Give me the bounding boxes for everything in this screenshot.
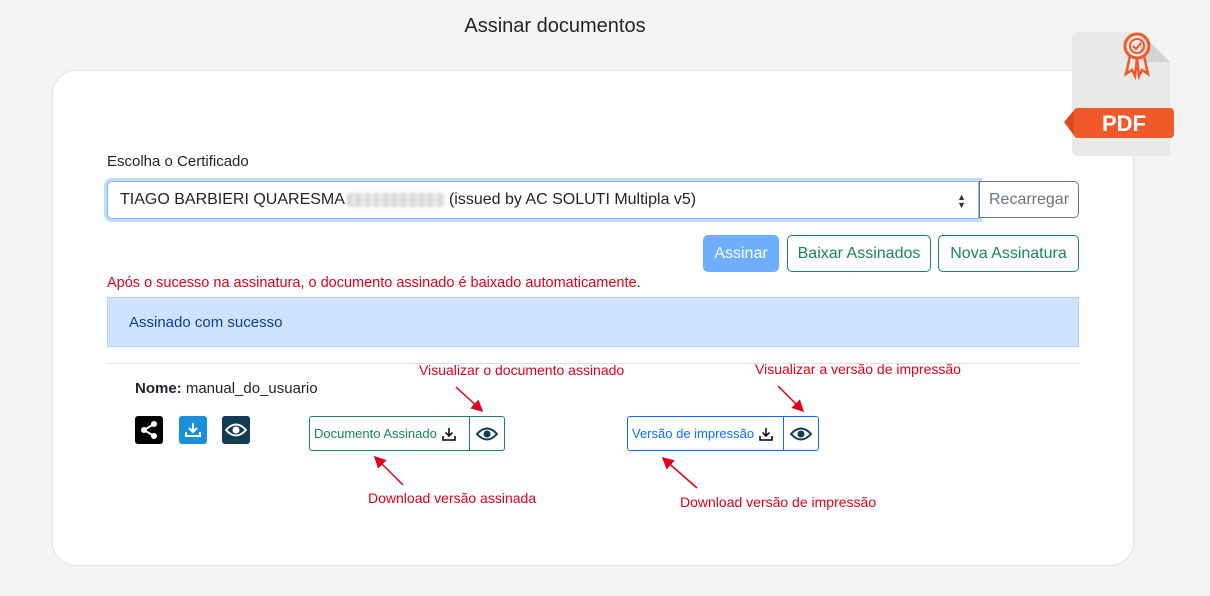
view-print-version-button[interactable]	[784, 417, 818, 450]
cert-issuer: (issued by AC SOLUTI Multipla v5)	[448, 191, 697, 208]
cert-label: Escolha o Certificado	[107, 153, 249, 170]
download-icon	[759, 427, 773, 441]
share-button[interactable]	[135, 416, 163, 444]
print-version-label: Versão de impressão	[632, 426, 755, 441]
name-value: manual_do_usuario	[185, 380, 318, 397]
pdf-certificate-icon: PDF	[1064, 32, 1174, 156]
share-icon	[141, 421, 157, 439]
eye-icon	[790, 427, 812, 440]
print-version-group: Versão de impressão	[627, 416, 819, 451]
eye-icon	[225, 423, 247, 437]
download-signed-button[interactable]: Baixar Assinados	[787, 235, 931, 272]
download-icon	[185, 423, 201, 437]
view-signed-doc-button[interactable]	[470, 417, 504, 450]
page-title: Assinar documentos	[464, 15, 646, 37]
annotation-download-print: Download versão de impressão	[680, 494, 877, 510]
download-button[interactable]	[179, 416, 207, 444]
sign-button[interactable]: Assinar	[703, 235, 779, 272]
cert-name: TIAGO BARBIERI QUARESMA	[120, 191, 345, 208]
auto-download-note: Após o sucesso na assinatura, o document…	[107, 275, 641, 291]
annotation-download-signed: Download versão assinada	[368, 490, 537, 506]
download-print-version-button[interactable]: Versão de impressão	[628, 417, 783, 450]
name-label: Nome:	[135, 380, 182, 397]
document-name: Nome: manual_do_usuario	[135, 380, 318, 397]
download-signed-doc-button[interactable]: Documento Assinado	[310, 417, 469, 450]
alert-text: Assinado com sucesso	[129, 313, 283, 331]
redacted-text	[346, 193, 445, 207]
new-signature-button[interactable]: Nova Assinatura	[938, 235, 1079, 272]
success-alert: Assinado com sucesso	[107, 297, 1079, 347]
eye-icon	[476, 427, 498, 440]
view-button[interactable]	[222, 416, 250, 444]
pdf-label: PDF	[1102, 111, 1146, 136]
reload-button[interactable]: Recarregar	[979, 181, 1079, 218]
certificate-select[interactable]: TIAGO BARBIERI QUARESMA (issued by AC SO…	[107, 181, 979, 219]
annotation-view-print: Visualizar a versão de impressão	[755, 361, 961, 377]
select-caret-icon: ▲ ▼	[957, 192, 966, 210]
annotation-view-signed: Visualizar o documento assinado	[419, 362, 625, 378]
signed-document-group: Documento Assinado	[309, 416, 505, 451]
download-icon	[442, 427, 456, 441]
signed-doc-label: Documento Assinado	[314, 426, 437, 441]
